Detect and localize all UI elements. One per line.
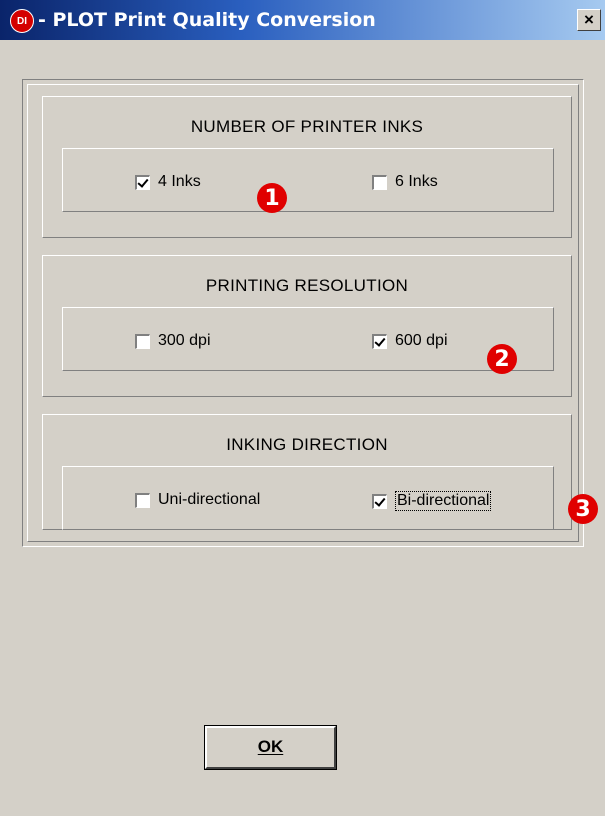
inking-direction-options-box: Uni-directional Bi-directional [62,466,554,530]
checkbox-300-dpi[interactable] [135,333,150,349]
window-title: - PLOT Print Quality Conversion [38,9,376,31]
label-600-dpi: 600 dpi [395,332,448,349]
group-inking-direction: INKING DIRECTION Uni-directional Bi-dire… [42,414,572,530]
printer-inks-options-box: 4 Inks 6 Inks [62,148,554,212]
close-button[interactable]: × [577,9,601,31]
group-title-inking-direction: INKING DIRECTION [226,435,388,454]
app-icon: DI [10,9,34,33]
group-printing-resolution: PRINTING RESOLUTION 300 dpi 600 dpi [42,255,572,397]
callout-badge-2: 2 [487,344,517,374]
callout-badge-1: 1 [257,183,287,213]
ok-button-label: OK [257,737,284,756]
option-600-dpi[interactable]: 600 dpi [372,332,448,350]
option-300-dpi[interactable]: 300 dpi [135,332,211,350]
group-title-printer-inks: NUMBER OF PRINTER INKS [190,117,424,136]
label-bi-directional: Bi-directional [395,491,492,511]
group-printer-inks: NUMBER OF PRINTER INKS 4 Inks 6 Inks [42,96,572,238]
checkbox-4-inks[interactable] [135,174,150,190]
option-4-inks[interactable]: 4 Inks [135,173,201,191]
ok-button[interactable]: OK [204,725,337,770]
option-bi-directional[interactable]: Bi-directional [372,491,492,511]
option-uni-directional[interactable]: Uni-directional [135,491,260,509]
checkbox-6-inks[interactable] [372,174,387,190]
checkbox-600-dpi[interactable] [372,333,387,349]
label-300-dpi: 300 dpi [158,332,211,349]
option-6-inks[interactable]: 6 Inks [372,173,438,191]
group-title-printing-resolution: PRINTING RESOLUTION [205,276,409,295]
label-4-inks: 4 Inks [158,173,201,190]
title-bar: DI - PLOT Print Quality Conversion × [0,0,605,40]
printing-resolution-options-box: 300 dpi 600 dpi [62,307,554,371]
callout-badge-3: 3 [568,494,598,524]
label-uni-directional: Uni-directional [158,491,261,508]
checkbox-uni-directional[interactable] [135,492,150,508]
label-6-inks: 6 Inks [395,173,438,190]
checkbox-bi-directional[interactable] [372,493,387,509]
